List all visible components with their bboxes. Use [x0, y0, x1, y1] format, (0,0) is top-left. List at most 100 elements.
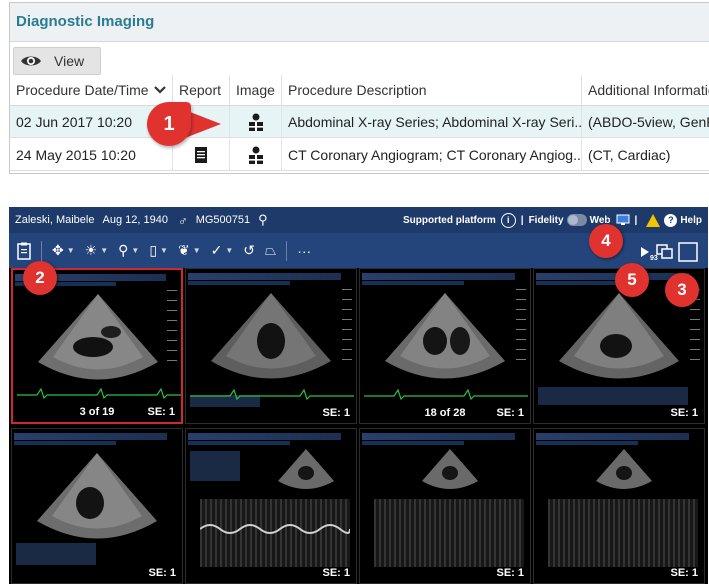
callout-2: 2: [23, 261, 57, 295]
image-tile[interactable]: SE: 1: [185, 428, 357, 584]
tile-subheader: [188, 441, 290, 445]
ecg-trace: [364, 388, 528, 401]
skeleton-icon: ❦: [177, 242, 190, 258]
callout-number: 3: [677, 280, 687, 299]
table-row[interactable]: 02 Jun 2017 10:20 Abdominal X-ray Series…: [10, 106, 709, 138]
image-viewer: Zaleski, Maibele Aug 12, 1940 ♂ MG500751…: [9, 207, 708, 584]
image-tile[interactable]: SE: 1: [359, 428, 531, 584]
tile-header: [14, 433, 167, 440]
callout-number: 2: [35, 268, 45, 287]
separator: |: [634, 214, 638, 226]
row-description: CT Coronary Angiogram; CT Coronary Angio…: [282, 139, 582, 170]
more-tool[interactable]: ···: [297, 243, 311, 259]
depth-scale: [167, 290, 177, 370]
tile-subheader: [362, 441, 464, 445]
table-row[interactable]: 24 May 2015 10:20 CT Coronary Angiogram;…: [10, 139, 709, 171]
patient-name: Zaleski, Maibele: [15, 214, 95, 226]
ultrasound-thumbnail: [596, 449, 652, 489]
warning-icon[interactable]: [646, 213, 661, 227]
view-button-label: View: [54, 53, 85, 69]
row-date: 24 May 2015 10:20: [10, 139, 173, 170]
fidelity-label: Fidelity: [528, 214, 564, 226]
series-count: 93: [650, 255, 658, 262]
chevron-down-icon: ▼: [131, 246, 140, 255]
layout-single-icon[interactable]: [678, 242, 698, 262]
move-icon: ✥: [52, 242, 64, 258]
ultrasound-thumbnail: [422, 449, 478, 489]
series-stack-icon[interactable]: [656, 244, 674, 260]
anatomy-tool[interactable]: ❦ ▼: [178, 242, 201, 259]
m-mode-strip: [548, 499, 698, 567]
separator: [41, 240, 42, 261]
monitor-icon[interactable]: [616, 214, 630, 226]
info-icon[interactable]: i: [500, 212, 516, 228]
ellipsis-icon: ···: [297, 242, 312, 259]
layout-controls: 93: [640, 242, 698, 262]
column-procedure-description[interactable]: Procedure Description: [282, 75, 582, 105]
ruler-icon: ▯: [149, 242, 158, 258]
series-label: SE: 1: [322, 567, 350, 579]
image-tile[interactable]: SE: 1: [11, 428, 183, 584]
report-document-icon[interactable]: [195, 146, 207, 163]
column-image[interactable]: Image: [230, 75, 282, 105]
chevron-down-icon: ▼: [100, 246, 109, 255]
chevron-down-icon: ▼: [160, 246, 168, 255]
callout-number: 5: [627, 270, 637, 289]
row-additional: (CT, Cardiac): [588, 146, 671, 163]
image-viewer-icon[interactable]: [246, 145, 266, 165]
series-label: SE: 1: [147, 406, 175, 418]
zoom-icon: ⚲: [118, 242, 129, 258]
m-mode-trace: [200, 524, 350, 534]
image-viewer-icon[interactable]: [246, 112, 266, 132]
reset-tool[interactable]: ↺: [243, 242, 255, 259]
view-button[interactable]: View: [13, 47, 101, 75]
chevron-down-icon: [153, 86, 166, 94]
clipboard-icon[interactable]: [17, 242, 31, 260]
column-report[interactable]: Report: [173, 75, 230, 105]
column-procedure-datetime[interactable]: Procedure Date/Time: [10, 75, 173, 105]
image-grid: 3 of 19 SE: 1 SE: 1 18 of 28 SE: 1 SE: 1: [9, 268, 708, 584]
check-tool[interactable]: ✓ ▼: [211, 242, 234, 259]
ruler-tool[interactable]: ▯ ▼: [149, 242, 168, 259]
fidelity-toggle[interactable]: [566, 214, 587, 226]
ecg-trace: [17, 387, 181, 400]
measurement-table: [538, 387, 688, 405]
grid-header: Procedure Date/Time Report Image Procedu…: [10, 75, 709, 106]
brightness-icon: ☀: [84, 242, 98, 258]
patient-dob: Aug 12, 1940: [102, 214, 168, 226]
image-tile[interactable]: SE: 1: [533, 428, 705, 584]
chevron-down-icon: ▼: [192, 246, 201, 255]
chevron-down-icon: ▼: [66, 246, 75, 255]
pan-tool[interactable]: ✥ ▼: [52, 242, 75, 259]
brightness-tool[interactable]: ☀ ▼: [85, 242, 108, 259]
play-icon[interactable]: [640, 246, 650, 258]
row-description: Abdominal X-ray Series; Abdominal X-ray …: [282, 106, 582, 137]
panel-title: Diagnostic Imaging: [10, 3, 709, 42]
help-label[interactable]: Help: [680, 215, 702, 226]
column-label: Additional Informatio: [588, 82, 709, 98]
reset-icon: ↺: [243, 242, 256, 258]
tile-header: [536, 273, 689, 280]
m-mode-strip: [374, 499, 524, 567]
chevron-down-icon: ▼: [225, 246, 234, 255]
diagnostic-imaging-panel: Diagnostic Imaging View Procedure Date/T…: [9, 2, 709, 174]
zoom-tool[interactable]: ⚲ ▼: [118, 242, 139, 259]
column-additional-information[interactable]: Additional Informatio: [582, 75, 709, 105]
row-report: [173, 139, 230, 170]
separator: [286, 240, 288, 261]
tile-header: [362, 273, 515, 280]
ultrasound-image: [211, 293, 331, 379]
ultrasound-thumbnail: [278, 449, 334, 489]
image-tile[interactable]: SE: 1: [185, 268, 357, 424]
series-label: SE: 1: [322, 407, 350, 419]
eye-icon: [21, 56, 41, 66]
shape-tool[interactable]: ⏢: [265, 242, 276, 259]
column-label: Procedure Date/Time: [16, 82, 149, 98]
separator: |: [520, 214, 524, 226]
image-tile[interactable]: 18 of 28 SE: 1: [359, 268, 531, 424]
series-label: SE: 1: [496, 567, 524, 579]
ultrasound-image: [559, 293, 679, 379]
help-icon[interactable]: ?: [664, 213, 678, 227]
supported-platform-label: Supported platform: [402, 214, 496, 226]
series-label: SE: 1: [148, 567, 176, 579]
